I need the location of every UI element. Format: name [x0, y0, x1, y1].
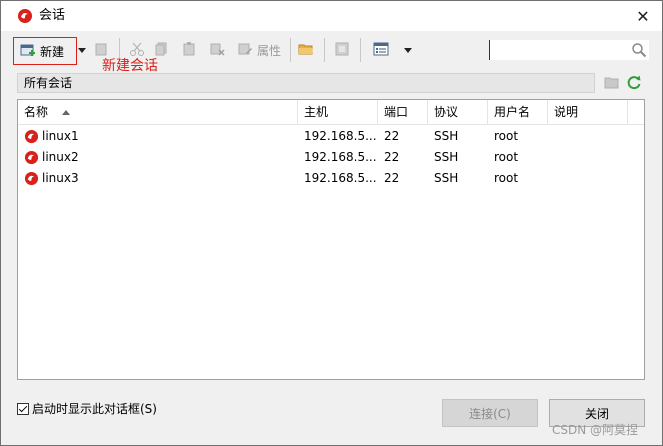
session-host: 192.168.5... — [304, 171, 377, 185]
properties-icon — [238, 43, 252, 55]
column-protocol[interactable]: 协议 — [428, 100, 488, 124]
window-title: 会话 — [39, 8, 66, 23]
table-row[interactable]: linux2 192.168.5... 22 SSH root — [18, 147, 644, 168]
delete-icon — [210, 43, 225, 56]
close-window-button[interactable]: ✕ — [628, 4, 658, 28]
session-name: linux2 — [42, 150, 79, 164]
session-user: root — [494, 129, 519, 143]
column-description[interactable]: 说明 — [548, 100, 628, 124]
cut-icon — [130, 42, 144, 56]
path-label: 所有会话 — [24, 76, 73, 90]
column-host[interactable]: 主机 — [298, 100, 378, 124]
startup-option[interactable]: 启动时显示此对话框(S) — [17, 400, 157, 417]
title-bar: 会话 ✕ — [1, 1, 662, 31]
connect-button[interactable]: 连接(C) — [442, 399, 538, 427]
new-session-label: 新建 — [40, 44, 65, 59]
table-row[interactable]: linux1 192.168.5... 22 SSH root — [18, 126, 644, 147]
search-icon[interactable] — [631, 42, 647, 58]
new-session-button[interactable]: 新建 — [13, 37, 77, 65]
session-port: 22 — [384, 171, 400, 185]
session-desc — [548, 147, 628, 168]
session-desc — [548, 126, 628, 147]
session-logo-icon — [18, 9, 32, 23]
session-host: 192.168.5... — [304, 150, 377, 164]
session-host: 192.168.5... — [304, 129, 377, 143]
refresh-icon[interactable] — [626, 74, 642, 90]
session-protocol: SSH — [434, 129, 459, 143]
column-port[interactable]: 端口 — [378, 100, 428, 124]
column-username[interactable]: 用户名 — [488, 100, 548, 124]
layout-icon[interactable] — [373, 41, 389, 57]
table-row[interactable]: linux3 192.168.5... 22 SSH root — [18, 168, 644, 189]
session-path-bar: 所有会话 — [17, 73, 595, 93]
session-protocol: SSH — [434, 150, 459, 164]
list-header: 名称 主机 端口 协议 用户名 说明 — [18, 100, 644, 125]
sort-ascending-icon — [62, 110, 70, 115]
copy-icon — [155, 42, 167, 56]
startup-checkbox[interactable] — [17, 402, 29, 415]
session-port: 22 — [384, 150, 400, 164]
session-port: 22 — [384, 129, 400, 143]
view-dropdown-arrow[interactable] — [404, 48, 412, 53]
new-session-icon — [20, 44, 35, 56]
session-name: linux1 — [42, 129, 79, 143]
copy-icon — [95, 43, 107, 56]
column-name[interactable]: 名称 — [18, 100, 298, 124]
toolbar-separator — [324, 38, 325, 62]
paste-icon — [183, 42, 195, 56]
startup-label: 启动时显示此对话框(S) — [32, 402, 157, 416]
close-icon: ✕ — [636, 6, 650, 26]
toolbar-separator — [360, 38, 361, 62]
session-name: linux3 — [42, 171, 79, 185]
search-box[interactable] — [489, 40, 649, 60]
watermark: CSDN @阿莫捏 — [552, 423, 639, 437]
properties-icon — [335, 42, 349, 56]
session-protocol: SSH — [434, 171, 459, 185]
sessions-dialog: 会话 ✕ 新建 属性 新建会话 所有会话 名称 主机 端口 协议 用户名 说明 … — [0, 0, 663, 446]
session-list: 名称 主机 端口 协议 用户名 说明 linux1 192.168.5... 2… — [17, 99, 645, 380]
folder-icon[interactable] — [298, 41, 314, 57]
properties-label[interactable]: 属性 — [257, 42, 281, 59]
session-desc — [548, 168, 628, 189]
toolbar-separator — [290, 38, 291, 62]
session-user: root — [494, 150, 519, 164]
folder-icon[interactable] — [604, 76, 620, 90]
new-dropdown-arrow[interactable] — [78, 48, 86, 53]
session-user: root — [494, 171, 519, 185]
